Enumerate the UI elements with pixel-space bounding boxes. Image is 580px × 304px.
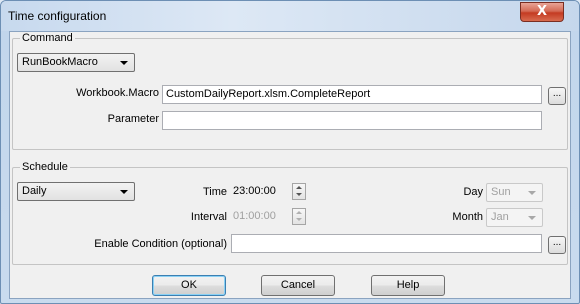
help-button[interactable]: Help <box>371 275 445 296</box>
interval-value: 01:00:00 <box>233 210 276 222</box>
close-button[interactable]: X <box>520 2 564 22</box>
frequency-value: Daily <box>22 185 47 197</box>
cancel-button[interactable]: Cancel <box>261 275 335 296</box>
chevron-down-icon <box>528 191 536 195</box>
command-group-label: Command <box>20 32 75 44</box>
title-bar[interactable]: Time configuration X <box>1 1 579 31</box>
ellipsis-icon: ... <box>552 237 562 248</box>
condition-browse-button[interactable]: ... <box>548 236 566 254</box>
time-value: 23:00:00 <box>233 185 276 197</box>
spin-up-icon <box>296 186 302 189</box>
help-button-label: Help <box>396 279 420 291</box>
month-value: Jan <box>491 211 509 223</box>
spin-down-icon <box>296 218 302 221</box>
workbook-macro-label: Workbook.Macro <box>76 87 159 99</box>
time-spinner[interactable] <box>292 183 306 200</box>
day-label: Day <box>463 186 483 198</box>
dialog-body: Command RunBookMacro Workbook.Macro Cust… <box>9 31 571 299</box>
cancel-button-label: Cancel <box>280 279 316 291</box>
command-type-value: RunBookMacro <box>22 56 98 68</box>
command-group: Command RunBookMacro Workbook.Macro Cust… <box>12 32 568 150</box>
day-select[interactable]: Sun <box>486 183 543 202</box>
chevron-down-icon <box>120 190 128 194</box>
workbook-browse-button[interactable]: ... <box>548 87 566 105</box>
schedule-group-label: Schedule <box>20 161 70 173</box>
parameter-input[interactable] <box>162 111 542 130</box>
workbook-macro-input[interactable]: CustomDailyReport.xlsm.CompleteReport <box>162 85 542 104</box>
ok-button-label: OK <box>181 279 197 291</box>
chevron-down-icon <box>120 61 128 65</box>
spin-down-icon <box>296 193 302 196</box>
month-label: Month <box>452 211 483 223</box>
time-label: Time <box>202 186 227 198</box>
window-title: Time configuration <box>8 9 107 23</box>
chevron-down-icon <box>528 216 536 220</box>
ellipsis-icon: ... <box>552 88 562 99</box>
workbook-macro-value: CustomDailyReport.xlsm.CompleteReport <box>166 88 371 100</box>
spin-up-icon <box>296 211 302 214</box>
dialog-window: Time configuration X Command RunBookMacr… <box>0 0 580 304</box>
frequency-select[interactable]: Daily <box>17 182 135 201</box>
close-icon: X <box>536 4 548 19</box>
parameter-label: Parameter <box>107 113 159 125</box>
ok-button[interactable]: OK <box>152 275 226 296</box>
month-select[interactable]: Jan <box>486 208 543 227</box>
enable-condition-label: Enable Condition (optional) <box>94 238 227 250</box>
schedule-group: Schedule Daily Time 23:00:00 Interval 01… <box>12 161 568 265</box>
interval-spinner[interactable] <box>292 208 306 225</box>
enable-condition-input[interactable] <box>231 234 542 253</box>
interval-input[interactable]: 01:00:00 <box>230 208 296 227</box>
interval-label: Interval <box>190 211 227 223</box>
day-value: Sun <box>491 186 511 198</box>
time-input[interactable]: 23:00:00 <box>230 183 296 202</box>
command-type-select[interactable]: RunBookMacro <box>17 53 135 72</box>
